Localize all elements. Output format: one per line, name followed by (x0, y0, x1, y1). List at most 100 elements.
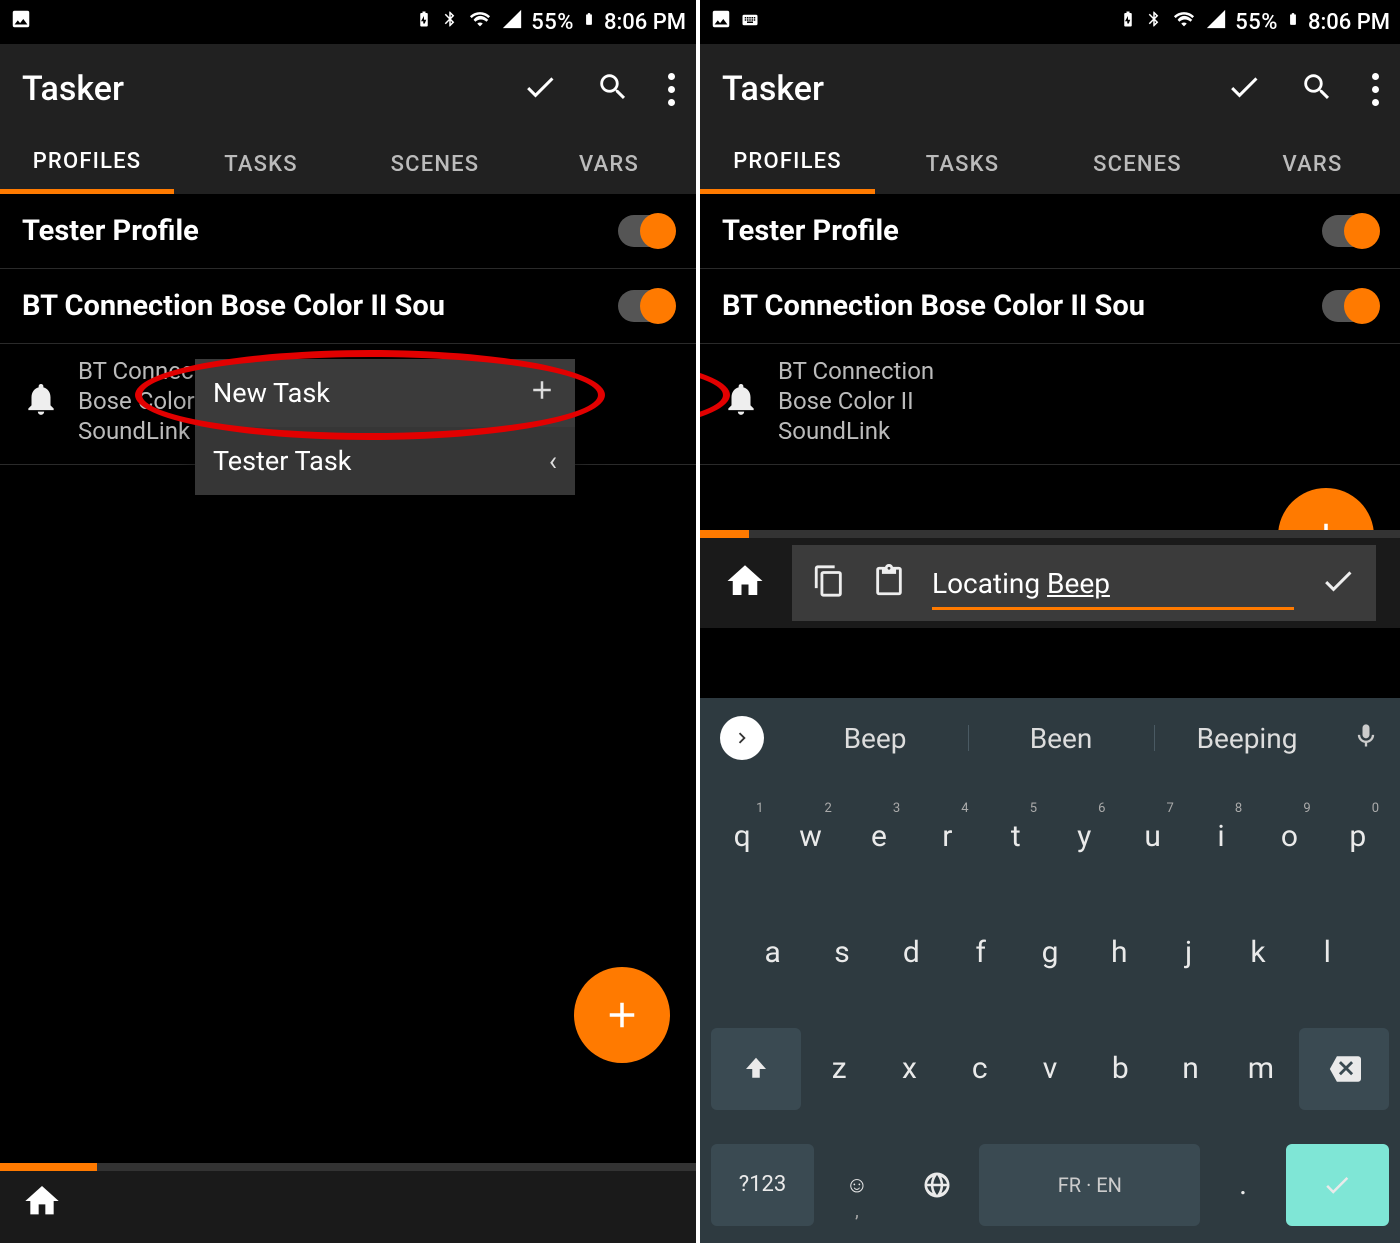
period-key[interactable]: . (1206, 1144, 1280, 1226)
battery-saver-icon (1119, 8, 1137, 36)
task-name-input[interactable]: Locating Beep (932, 567, 1294, 600)
search-icon[interactable] (596, 70, 630, 108)
copy-icon[interactable] (812, 564, 846, 602)
status-bar: 55% 8:06 PM (700, 0, 1400, 44)
letter-key[interactable]: h (1088, 911, 1151, 993)
emoji-key[interactable]: ☺, (820, 1144, 894, 1226)
letter-key[interactable]: y6 (1053, 795, 1115, 877)
home-icon[interactable] (724, 560, 766, 606)
profile-row[interactable]: Tester Profile (700, 194, 1400, 269)
battery-percent: 55% (1235, 10, 1278, 35)
suggestion[interactable]: Been (968, 722, 1154, 755)
letter-key[interactable]: f (949, 911, 1012, 993)
wifi-icon (1171, 8, 1197, 36)
menu-item-label: Tester Task (213, 445, 351, 477)
suggestion[interactable]: Beeping (1154, 722, 1340, 755)
language-key[interactable] (900, 1144, 974, 1226)
confirm-input-icon[interactable] (1320, 563, 1356, 603)
chevron-left-icon: ‹ (549, 445, 557, 477)
image-icon (710, 8, 732, 36)
suggestion[interactable]: Beep (782, 722, 968, 755)
letter-key[interactable]: w2 (779, 795, 841, 877)
tab-profiles[interactable]: PROFILES (700, 134, 875, 194)
search-icon[interactable] (1300, 70, 1334, 108)
confirm-icon[interactable] (1226, 69, 1262, 109)
profile-toggle[interactable] (618, 215, 674, 247)
tab-scenes[interactable]: SCENES (1050, 134, 1225, 194)
letter-key[interactable]: e3 (848, 795, 910, 877)
home-icon[interactable] (22, 1181, 62, 1225)
tab-profiles[interactable]: PROFILES (0, 134, 174, 194)
battery-saver-icon (415, 8, 433, 36)
expand-suggestions-icon[interactable] (720, 716, 764, 760)
letter-key[interactable]: g (1018, 911, 1081, 993)
battery-percent: 55% (531, 10, 574, 35)
symbols-key[interactable]: ?123 (711, 1144, 814, 1226)
profile-toggle[interactable] (1322, 215, 1378, 247)
menu-item-existing-task[interactable]: Tester Task ‹ (195, 427, 575, 495)
condition-line: SoundLink (778, 416, 934, 446)
letter-key[interactable]: b (1088, 1028, 1152, 1110)
profile-toggle[interactable] (618, 290, 674, 322)
letter-key[interactable]: m (1229, 1028, 1293, 1110)
backspace-key[interactable] (1299, 1028, 1389, 1110)
overflow-menu-icon[interactable] (668, 73, 674, 106)
enter-key[interactable] (1286, 1144, 1389, 1226)
letter-key[interactable]: v (1018, 1028, 1082, 1110)
letter-key[interactable]: k (1226, 911, 1289, 993)
profile-row[interactable]: BT Connection Bose Color II Sou (700, 269, 1400, 344)
tab-vars[interactable]: VARS (522, 134, 696, 194)
letter-key[interactable]: t5 (985, 795, 1047, 877)
profile-name: Tester Profile (22, 214, 199, 248)
fab-add[interactable] (574, 967, 670, 1063)
menu-item-new-task[interactable]: New Task (195, 359, 575, 427)
tab-vars[interactable]: VARS (1225, 134, 1400, 194)
confirm-icon[interactable] (522, 69, 558, 109)
letter-key[interactable]: p0 (1327, 795, 1389, 877)
notification-icon (22, 380, 60, 422)
task-picker-menu: New Task Tester Task ‹ (195, 359, 575, 495)
clock-text: 8:06 PM (604, 10, 686, 35)
letter-key[interactable]: x (877, 1028, 941, 1110)
letter-key[interactable]: o9 (1258, 795, 1320, 877)
input-text-underlined: Beep (1047, 567, 1110, 600)
letter-key[interactable]: d (880, 911, 943, 993)
tab-bar: PROFILES TASKS SCENES VARS (0, 134, 696, 194)
shift-key[interactable] (711, 1028, 801, 1110)
letter-key[interactable]: j (1157, 911, 1220, 993)
phone-right: 55% 8:06 PM Tasker PROFILES TASKS SCENES… (700, 0, 1400, 1243)
condition-text: BT Connec Bose Color SoundLink (78, 356, 195, 446)
tab-scenes[interactable]: SCENES (348, 134, 522, 194)
battery-icon (1286, 8, 1300, 36)
letter-key[interactable]: r4 (916, 795, 978, 877)
space-key[interactable]: FR · EN (979, 1144, 1200, 1226)
letter-key[interactable]: q1 (711, 795, 773, 877)
letter-key[interactable]: a (741, 911, 804, 993)
letter-key[interactable]: c (948, 1028, 1012, 1110)
profile-name: BT Connection Bose Color II Sou (722, 289, 1145, 323)
letter-key[interactable]: l (1296, 911, 1359, 993)
suggestion-bar: Beep Been Beeping (700, 698, 1400, 778)
condition-line: Bose Color II (778, 386, 934, 416)
letter-key[interactable]: s (810, 911, 873, 993)
overflow-menu-icon[interactable] (1372, 73, 1378, 106)
profile-row[interactable]: BT Connection Bose Color II Sou (0, 269, 696, 344)
letter-key[interactable]: u7 (1121, 795, 1183, 877)
profile-toggle[interactable] (1322, 290, 1378, 322)
scroll-indicator (700, 530, 1400, 538)
clipboard-icon[interactable] (872, 564, 906, 602)
profile-condition[interactable]: BT Connection Bose Color II SoundLink (700, 344, 1400, 465)
condition-text: BT Connection Bose Color II SoundLink (778, 356, 934, 446)
letter-key[interactable]: n (1158, 1028, 1222, 1110)
tab-tasks[interactable]: TASKS (174, 134, 348, 194)
mic-icon[interactable] (1352, 722, 1380, 754)
key-row: asdfghjkl (700, 894, 1400, 1010)
battery-icon (582, 8, 596, 36)
notification-icon (722, 380, 760, 422)
letter-key[interactable]: i8 (1190, 795, 1252, 877)
task-name-toolbar: Locating Beep (700, 530, 1400, 628)
letter-key[interactable]: z (807, 1028, 871, 1110)
condition-line: BT Connection (778, 356, 934, 386)
profile-row[interactable]: Tester Profile (0, 194, 696, 269)
tab-tasks[interactable]: TASKS (875, 134, 1050, 194)
